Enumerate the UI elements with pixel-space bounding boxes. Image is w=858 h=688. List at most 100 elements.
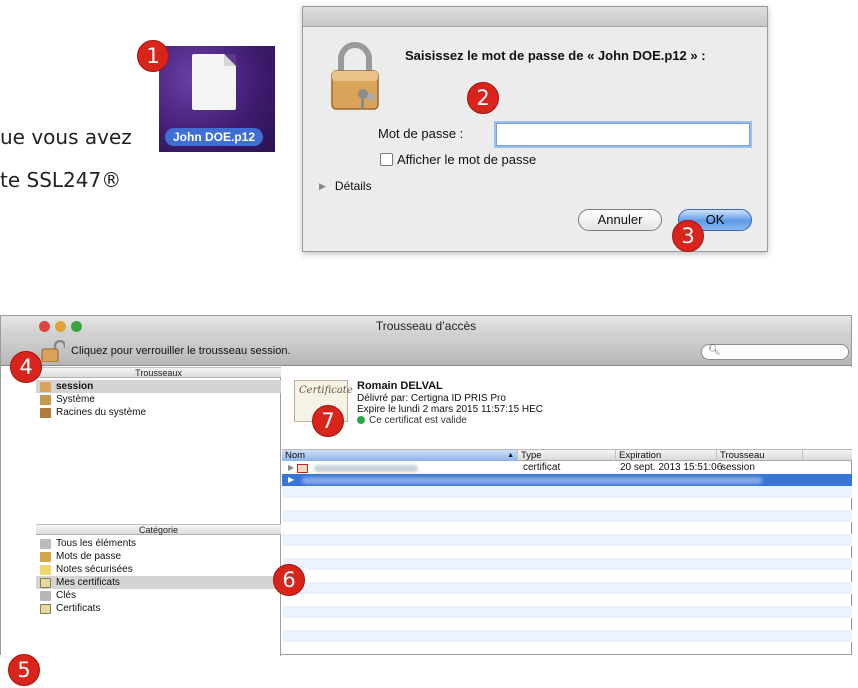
show-password-row[interactable]: Afficher le mot de passe bbox=[380, 152, 536, 167]
close-window-icon[interactable] bbox=[39, 321, 50, 332]
keychain-access-window: Trousseau d’accès Cliquez pour verrouill… bbox=[0, 315, 852, 656]
certificate-status-text: Ce certificat est valide bbox=[369, 415, 467, 426]
category-label: Mots de passe bbox=[56, 551, 122, 562]
details-label: Détails bbox=[334, 179, 372, 193]
category-label: Notes sécurisées bbox=[56, 564, 133, 575]
show-password-checkbox[interactable] bbox=[380, 153, 393, 166]
step-badge-2: 2 bbox=[467, 82, 499, 114]
password-dialog: Saisissez le mot de passe de « John DOE.… bbox=[302, 6, 768, 252]
table-row-empty bbox=[282, 630, 852, 642]
certificate-icon bbox=[40, 603, 51, 614]
column-header-keychain[interactable]: Trousseau bbox=[717, 450, 803, 461]
disclosure-triangle-icon[interactable]: ▶ bbox=[288, 462, 294, 474]
column-header-expiration[interactable]: Expiration bbox=[616, 450, 717, 461]
step-badge-5: 5 bbox=[8, 654, 40, 686]
category-item-certificates[interactable]: Certificats bbox=[36, 602, 281, 615]
dialog-titlebar bbox=[303, 7, 767, 27]
padlock-icon bbox=[40, 394, 51, 405]
search-field[interactable]: 🔍︎ bbox=[701, 344, 849, 360]
document-icon bbox=[192, 54, 236, 110]
search-icon: 🔍︎ bbox=[708, 345, 721, 356]
all-items-icon bbox=[40, 538, 51, 549]
invalid-certificate-icon bbox=[297, 464, 308, 473]
table-row-empty bbox=[282, 546, 852, 558]
step-badge-7: 7 bbox=[312, 405, 344, 437]
category-label: Certificats bbox=[56, 603, 101, 614]
items-table: Nom ▲ Type Expiration Trousseau ▶ certif… bbox=[282, 449, 852, 656]
certificate-name: Romain DELVAL bbox=[357, 380, 443, 392]
table-row-empty bbox=[282, 522, 852, 534]
table-row-empty bbox=[282, 510, 852, 522]
sidebar: Trousseaux session Système Racines du sy… bbox=[1, 367, 281, 656]
category-label: Clés bbox=[56, 590, 77, 601]
keychain-label: Racines du système bbox=[56, 407, 147, 418]
keychain-item-systeme[interactable]: Système bbox=[36, 393, 281, 406]
password-label: Mot de passe : bbox=[378, 126, 464, 141]
minimize-window-icon[interactable] bbox=[55, 321, 66, 332]
lock-keychain-hint[interactable]: Cliquez pour verrouiller le trousseau se… bbox=[71, 345, 291, 357]
window-titlebar: Trousseau d’accès bbox=[1, 316, 851, 337]
table-header: Nom ▲ Type Expiration Trousseau bbox=[282, 449, 852, 461]
unlocked-padlock-icon[interactable] bbox=[41, 340, 65, 362]
column-header-name[interactable]: Nom ▲ bbox=[282, 450, 518, 461]
zoom-window-icon[interactable] bbox=[71, 321, 82, 332]
column-header-type[interactable]: Type bbox=[518, 450, 616, 461]
category-item-passwords[interactable]: Mots de passe bbox=[36, 550, 281, 563]
instruction-text-line2: te SSL247® bbox=[0, 168, 122, 192]
dialog-title: Saisissez le mot de passe de « John DOE.… bbox=[405, 48, 706, 63]
row-type: certificat bbox=[523, 462, 561, 473]
toolbar: Cliquez pour verrouiller le trousseau se… bbox=[1, 337, 851, 366]
sort-ascending-icon: ▲ bbox=[507, 452, 514, 459]
key-pen-icon bbox=[40, 551, 51, 562]
certificate-icon bbox=[40, 577, 51, 588]
table-row-empty bbox=[282, 570, 852, 582]
keychain-label: Système bbox=[56, 394, 95, 405]
category-item-keys[interactable]: Clés bbox=[36, 589, 281, 602]
category-item-my-certificates[interactable]: Mes certificats bbox=[36, 576, 281, 589]
table-row-selected[interactable]: ▶ bbox=[282, 474, 852, 486]
row-expiration: 20 sept. 2013 15:51:06 bbox=[620, 462, 723, 473]
cabinet-icon bbox=[40, 407, 51, 418]
keychain-item-session[interactable]: session bbox=[36, 380, 281, 393]
file-name-label: John DOE.p12 bbox=[165, 128, 264, 146]
redacted-name bbox=[314, 465, 418, 472]
certificate-detail-pane: Certificate Romain DELVAL Délivré par: C… bbox=[282, 367, 852, 449]
step-badge-6: 6 bbox=[273, 564, 305, 596]
step-badge-1: 1 bbox=[137, 40, 169, 72]
note-icon bbox=[40, 564, 51, 575]
show-password-label: Afficher le mot de passe bbox=[397, 152, 537, 167]
category-label: Mes certificats bbox=[56, 577, 120, 588]
step-badge-4: 4 bbox=[10, 351, 42, 383]
redacted-row-content bbox=[302, 477, 762, 484]
table-row-empty bbox=[282, 534, 852, 546]
window-title: Trousseau d’accès bbox=[375, 319, 477, 333]
p12-file-icon[interactable]: John DOE.p12 bbox=[159, 46, 275, 152]
details-disclosure[interactable]: ▶ Détails bbox=[319, 179, 372, 193]
checkmark-icon bbox=[357, 416, 365, 425]
table-row-empty bbox=[282, 642, 852, 654]
unlocked-padlock-icon bbox=[40, 381, 51, 392]
category-item-secure-notes[interactable]: Notes sécurisées bbox=[36, 563, 281, 576]
certificate-status: Ce certificat est valide bbox=[357, 415, 467, 426]
disclosure-triangle-icon[interactable]: ▶ bbox=[319, 181, 326, 192]
category-label: Tous les éléments bbox=[56, 538, 137, 549]
table-row-empty bbox=[282, 618, 852, 630]
category-item-all[interactable]: Tous les éléments bbox=[36, 537, 281, 550]
step-badge-3: 3 bbox=[672, 220, 704, 252]
keychain-label: session bbox=[56, 381, 94, 392]
certificate-expiry: Expire le lundi 2 mars 2015 11:57:15 HEC bbox=[357, 404, 544, 415]
table-row-empty bbox=[282, 582, 852, 594]
padlock-icon bbox=[331, 42, 379, 110]
table-row-empty bbox=[282, 498, 852, 510]
cancel-button[interactable]: Annuler bbox=[578, 209, 662, 231]
category-header: Catégorie bbox=[36, 524, 281, 535]
table-row[interactable]: ▶ certificat 20 sept. 2013 15:51:06 sess… bbox=[282, 462, 852, 474]
table-row-empty bbox=[282, 486, 852, 498]
disclosure-triangle-icon[interactable]: ▶ bbox=[288, 474, 294, 486]
instruction-text-line1: ue vous avez bbox=[0, 125, 132, 149]
keychain-item-racines[interactable]: Racines du système bbox=[36, 406, 281, 419]
table-row-empty bbox=[282, 606, 852, 618]
password-input[interactable] bbox=[496, 123, 750, 146]
key-icon bbox=[40, 590, 51, 601]
row-keychain: session bbox=[721, 462, 755, 473]
